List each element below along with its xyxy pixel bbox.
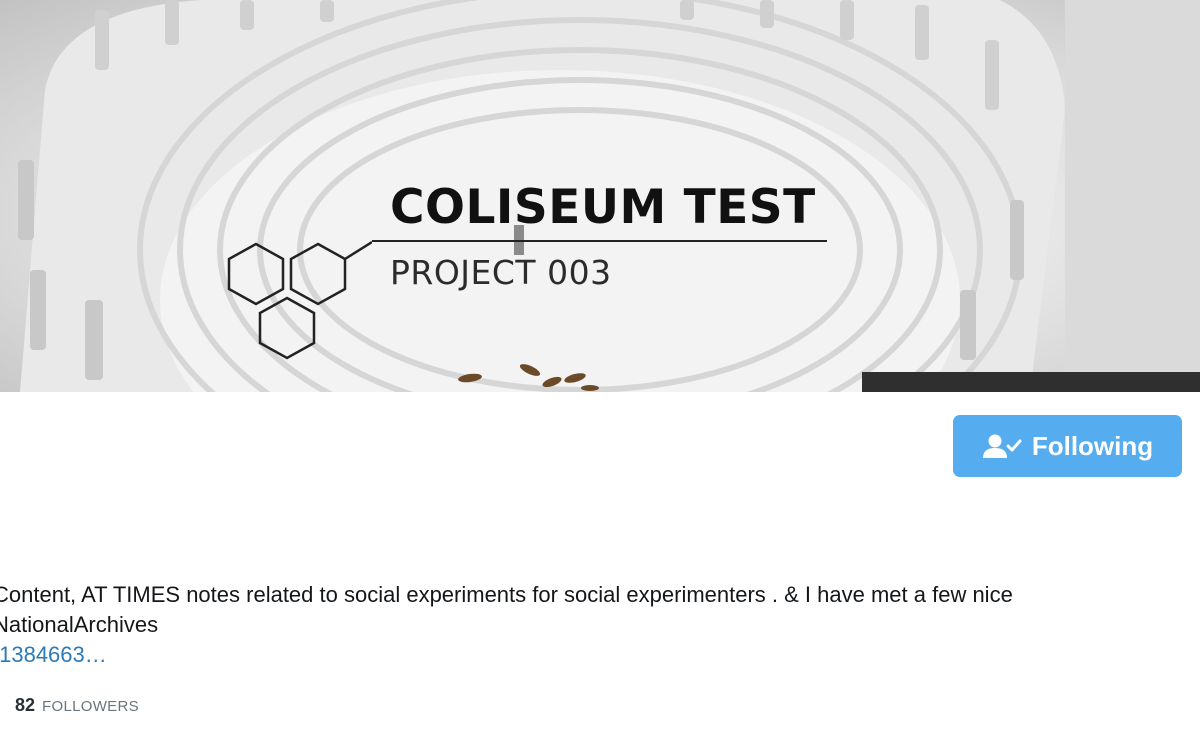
followers-label: FOLLOWERS — [42, 698, 139, 715]
profile-bio: Content, AT TIMES notes related to socia… — [0, 580, 1200, 670]
banner-subtitle: PROJECT 003 — [390, 253, 612, 292]
following-button-label: Following — [1031, 430, 1154, 461]
profile-banner[interactable]: COLISEUM TEST PROJECT 003 — [0, 0, 1200, 392]
followers-count: 82 — [15, 695, 36, 715]
bio-line-1: Content, AT TIMES notes related to socia… — [0, 582, 1013, 607]
banner-title: COLISEUM TEST — [390, 180, 816, 235]
bio-line-2: NationalArchives — [0, 612, 159, 637]
banner-divider — [372, 240, 827, 242]
following-button[interactable]: Following — [953, 415, 1182, 477]
followers-stat[interactable]: 82 FOLLOWERS — [15, 695, 139, 716]
person-check-icon — [982, 433, 1022, 459]
hexagon-logo-icon — [227, 240, 372, 360]
bio-link[interactable]: /1384663… — [0, 640, 1200, 670]
